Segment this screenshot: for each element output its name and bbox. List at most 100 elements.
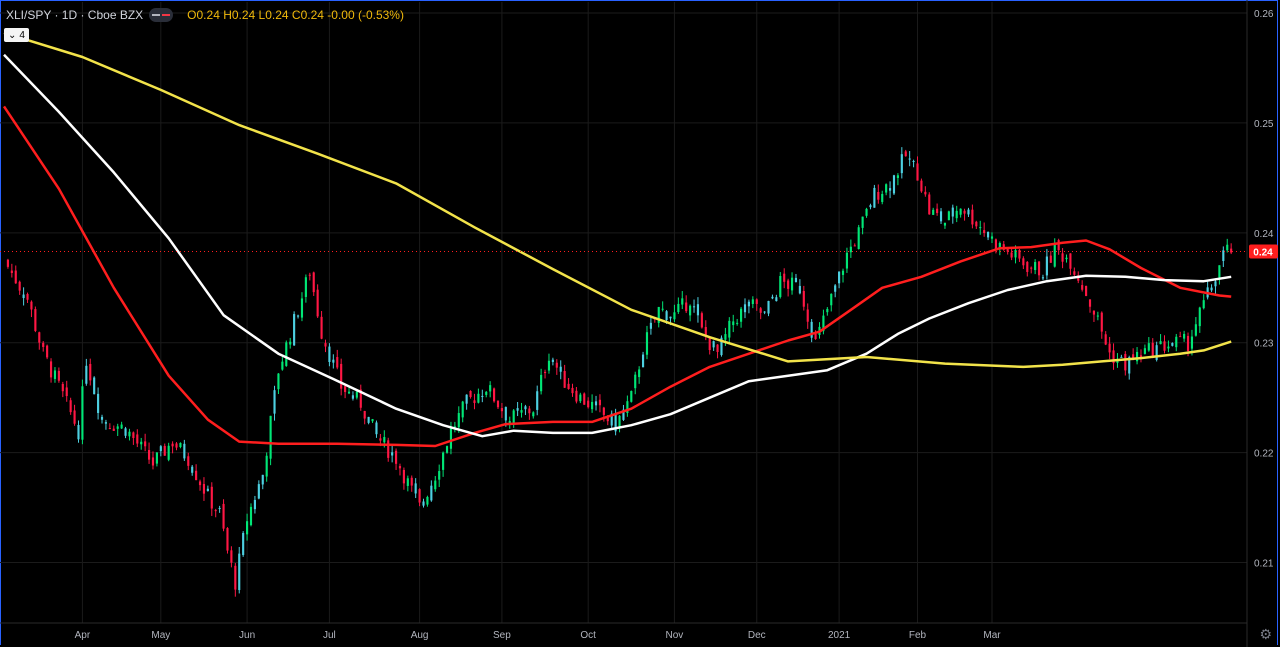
candle-body: [928, 194, 931, 215]
candle-body: [967, 209, 970, 215]
candle-body: [865, 208, 868, 216]
candle-body: [649, 322, 652, 329]
indicators-badge[interactable]: ⌄ 4: [4, 28, 29, 42]
candle-body: [296, 315, 300, 317]
candle-body: [442, 452, 445, 470]
candle-body: [896, 175, 899, 178]
candle-body: [175, 443, 178, 448]
candle-body: [324, 343, 327, 347]
candle-body: [1124, 353, 1127, 371]
candle-body: [959, 208, 962, 215]
candle-body: [975, 221, 978, 227]
candle-body: [618, 415, 621, 428]
candlesticks: [6, 147, 1233, 597]
candle-body: [845, 252, 849, 269]
candle-body: [363, 410, 366, 419]
candle-body: [979, 227, 982, 229]
y-tick-label: 0.22: [1254, 449, 1274, 460]
candle-body: [340, 363, 343, 389]
candle-body: [100, 416, 104, 420]
candle-body: [547, 360, 551, 371]
candle-body: [1034, 262, 1037, 271]
candle-body: [273, 390, 276, 414]
candle-body: [1214, 281, 1217, 287]
candle-body: [1143, 348, 1146, 354]
candle-body: [46, 345, 49, 358]
candle-body: [869, 205, 872, 208]
candle-body: [912, 160, 915, 162]
candle-body: [951, 207, 954, 217]
candle-body: [496, 400, 500, 408]
candle-body: [253, 499, 256, 510]
candle-body: [1226, 244, 1229, 251]
candle-body: [371, 419, 374, 422]
indicator-count: 4: [19, 29, 25, 41]
candle-body: [696, 304, 700, 316]
candle-body: [481, 395, 484, 398]
symbol-title[interactable]: XLI/SPY · 1D · Cboe BZX: [6, 8, 143, 22]
candle-body: [677, 303, 680, 312]
candle-body: [320, 316, 323, 339]
candle-body: [524, 406, 527, 410]
candle-body: [144, 441, 147, 447]
candle-body: [147, 450, 151, 460]
candle-body: [53, 370, 57, 379]
candle-body: [555, 362, 558, 368]
candle-body: [900, 154, 903, 174]
candle-body: [798, 285, 801, 294]
candle-body: [1210, 287, 1213, 291]
candle-body: [277, 373, 280, 390]
candle-body: [108, 428, 111, 430]
candle-body: [559, 366, 562, 372]
candle-body: [151, 457, 155, 466]
candle-body: [136, 434, 139, 444]
candle-body: [249, 506, 253, 526]
candle-body: [414, 483, 417, 494]
candle-body: [406, 478, 409, 486]
candle-body: [128, 431, 131, 437]
candle-body: [692, 306, 696, 308]
candle-body: [908, 158, 911, 160]
candle-body: [1175, 336, 1178, 348]
candle-body: [841, 270, 845, 275]
candle-body: [116, 426, 119, 429]
price-chart[interactable]: Apr May Jun Jul Aug Sep Oct Nov Dec 2021 Feb Mar 0.…: [0, 0, 1280, 647]
candle-body: [771, 296, 774, 299]
ma-yellow-line: [3, 31, 1232, 369]
candle-body: [669, 316, 672, 319]
candle-body: [489, 385, 492, 392]
candle-body: [179, 442, 182, 448]
candle-body: [857, 227, 860, 250]
x-axis: Apr May Jun Jul Aug Sep Oct Nov Dec 2021 Feb Mar: [0, 622, 1247, 641]
candle-body: [473, 400, 476, 404]
candle-body: [10, 270, 13, 274]
y-tick-label: 0.23: [1254, 339, 1274, 350]
candle-body: [85, 365, 88, 384]
chevron-down-icon: ⌄: [8, 29, 17, 41]
visibility-toggle[interactable]: [149, 8, 174, 22]
candle-body: [261, 474, 264, 485]
candle-body: [598, 399, 602, 406]
candle-body: [1041, 277, 1045, 279]
candle-body: [971, 209, 974, 225]
candle-body: [112, 428, 115, 431]
candle-body: [465, 394, 468, 404]
gear-icon[interactable]: ⚙: [1259, 626, 1272, 643]
candle-body: [77, 424, 80, 440]
candle-body: [434, 480, 437, 490]
x-tick-label: Feb: [909, 630, 927, 641]
candle-body: [155, 452, 158, 464]
candle-body: [104, 422, 108, 424]
candle-body: [830, 293, 833, 306]
candle-body: [218, 507, 221, 509]
candle-body: [445, 446, 449, 453]
candle-body: [163, 445, 166, 456]
candle-body: [736, 322, 739, 324]
candle-body: [191, 466, 194, 473]
candle-body: [532, 412, 535, 417]
candle-body: [195, 470, 198, 481]
candle-body: [673, 312, 676, 320]
candle-body: [579, 394, 582, 402]
candle-body: [430, 485, 433, 501]
candle-body: [888, 188, 892, 191]
